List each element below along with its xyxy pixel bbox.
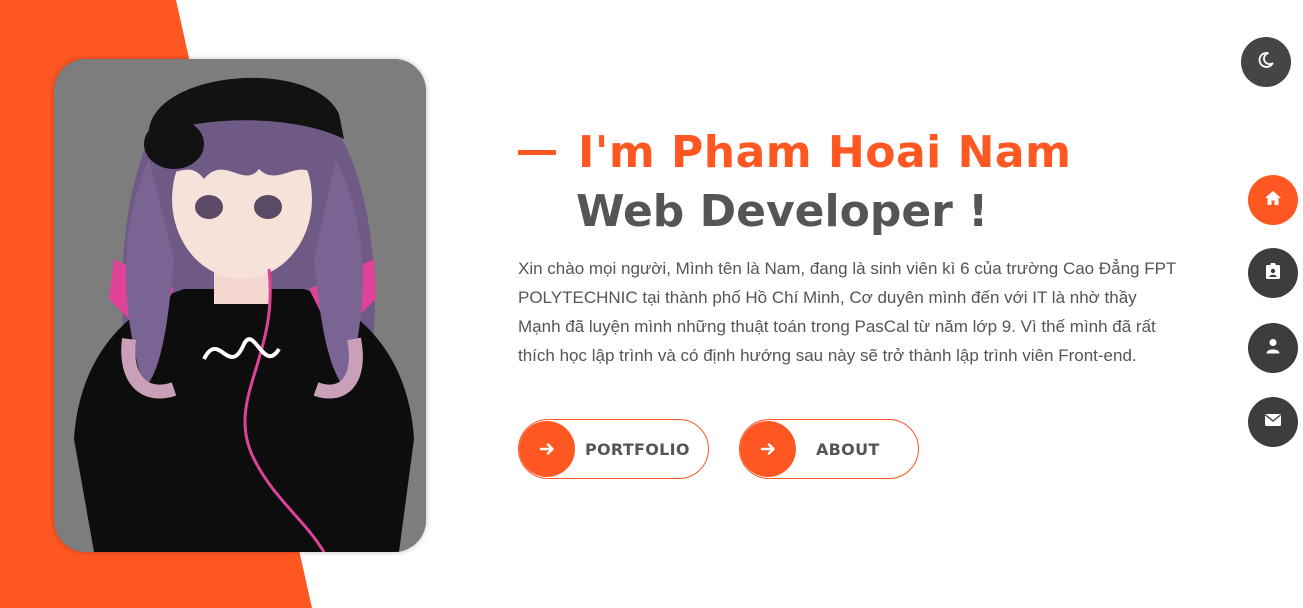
about-button[interactable]: ABOUT [739, 419, 919, 479]
nav-home-button[interactable] [1248, 175, 1298, 225]
id-badge-icon [1265, 262, 1281, 285]
nav-contact-button[interactable] [1248, 397, 1298, 447]
arrow-right-icon [519, 421, 575, 477]
portfolio-button-label: PORTFOLIO [585, 439, 690, 459]
title-row: I'm Pham Hoai Nam [518, 124, 1198, 180]
hero-role-heading: Web Developer ! [576, 186, 989, 237]
hero-section: I'm Pham Hoai Nam Web Developer ! Xin ch… [518, 124, 1198, 370]
hero-intro-text: Xin chào mọi người, Mình tên là Nam, đan… [518, 259, 1177, 365]
arrow-right-icon [740, 421, 796, 477]
about-button-label: ABOUT [816, 439, 880, 459]
title-dash-decoration [518, 149, 556, 155]
profile-portrait-image [54, 59, 426, 552]
portfolio-button[interactable]: PORTFOLIO [518, 419, 709, 479]
user-icon [1265, 338, 1281, 359]
nav-about-button[interactable] [1248, 323, 1298, 373]
nav-resume-button[interactable] [1248, 248, 1298, 298]
hero-name-heading: I'm Pham Hoai Nam [578, 126, 1072, 178]
theme-toggle-button[interactable] [1241, 37, 1291, 87]
home-icon [1264, 190, 1282, 211]
moon-icon [1257, 51, 1275, 74]
envelope-icon [1264, 413, 1282, 432]
